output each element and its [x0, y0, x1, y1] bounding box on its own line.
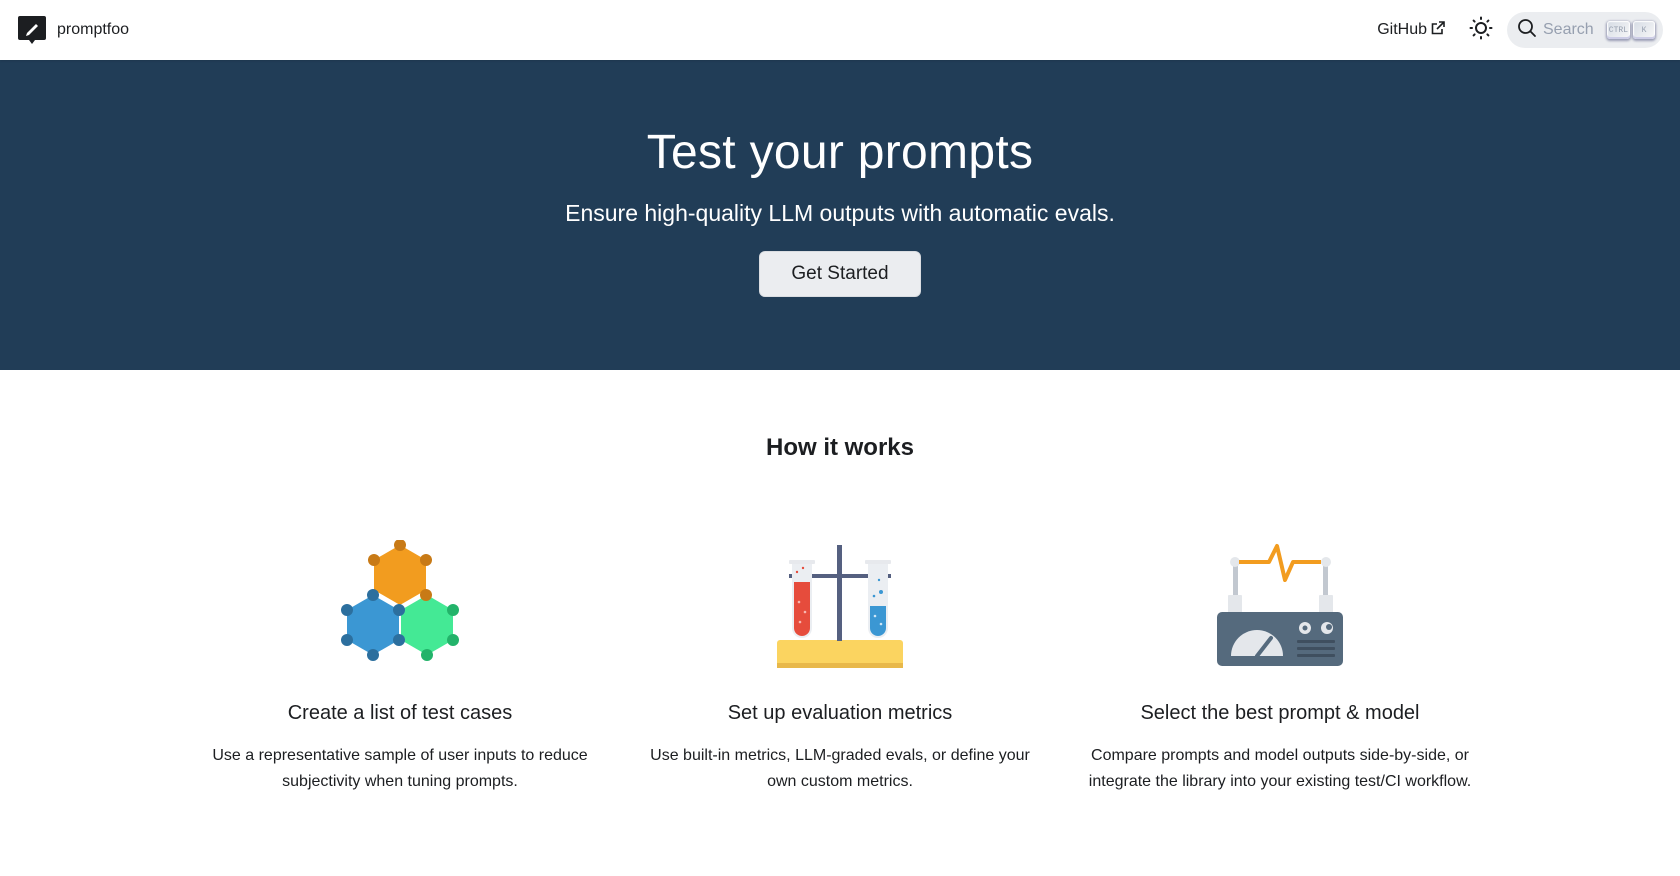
external-link-icon	[1431, 20, 1445, 40]
github-label: GitHub	[1377, 21, 1427, 38]
hero-title: Test your prompts	[646, 126, 1034, 179]
search-icon	[1517, 18, 1537, 43]
hero-banner: Test your prompts Ensure high-quality LL…	[0, 60, 1680, 370]
brand-link[interactable]: promptfoo	[17, 15, 129, 45]
feature-description: Use built-in metrics, LLM-graded evals, …	[650, 747, 1030, 790]
feature-title: Create a list of test cases	[287, 702, 513, 724]
theme-toggle-button[interactable]	[1463, 12, 1499, 48]
promptfoo-logo-icon	[17, 15, 47, 45]
feature-select-best: Select the best prompt & model Compare p…	[1080, 540, 1480, 795]
feature-metrics: Set up evaluation metrics Use built-in m…	[640, 540, 1040, 795]
ctrl-key-hint: CTRL	[1606, 21, 1630, 39]
feature-title: Select the best prompt & model	[1140, 702, 1420, 724]
feature-description: Use a representative sample of user inpu…	[212, 747, 588, 790]
meter-device-icon	[1215, 540, 1345, 670]
search-button[interactable]: Search CTRL K	[1507, 12, 1663, 48]
sun-icon	[1469, 16, 1493, 45]
get-started-button[interactable]: Get Started	[759, 251, 921, 297]
search-placeholder: Search	[1543, 21, 1594, 38]
feature-test-cases: Create a list of test cases Use a repres…	[200, 540, 600, 795]
feature-title: Set up evaluation metrics	[727, 702, 953, 724]
hexagon-molecule-icon	[335, 540, 465, 670]
github-link[interactable]: GitHub	[1377, 20, 1445, 40]
hero-subtitle: Ensure high-quality LLM outputs with aut…	[565, 200, 1115, 226]
feature-description: Compare prompts and model outputs side-b…	[1088, 747, 1472, 790]
brand-name: promptfoo	[57, 21, 130, 38]
test-tubes-icon	[775, 540, 905, 670]
how-it-works-title: How it works	[765, 434, 915, 461]
navbar-right: GitHub Search CTRL K	[1377, 12, 1663, 48]
k-key-hint: K	[1633, 21, 1655, 39]
navbar: promptfoo GitHub Search CTRL K	[0, 0, 1680, 60]
